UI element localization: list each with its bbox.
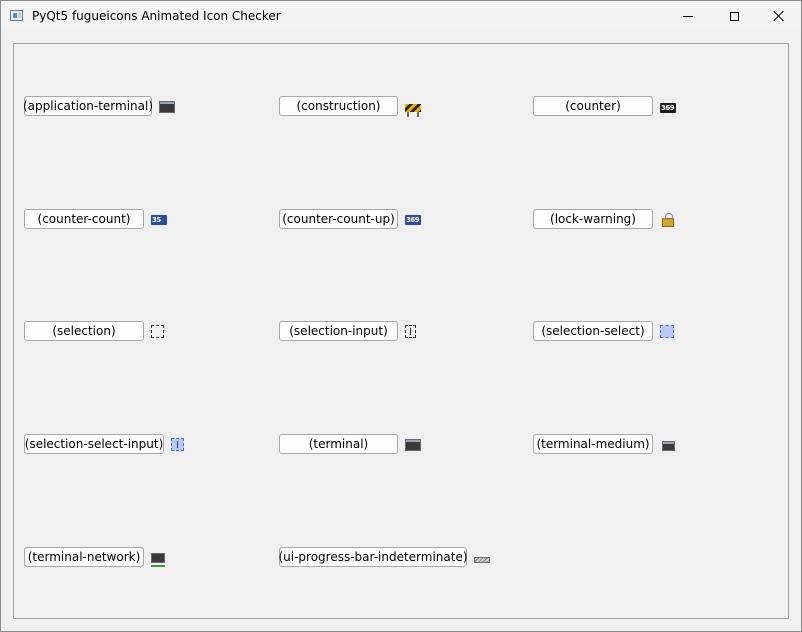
icon-name-button[interactable]: (terminal) xyxy=(279,434,398,454)
title-bar[interactable]: PyQt5 fugueicons Animated Icon Checker xyxy=(1,1,801,31)
counter-glyph: 369 xyxy=(661,103,675,112)
icon-cell: (lock-warning) xyxy=(533,209,674,229)
icon-name-button[interactable]: (lock-warning) xyxy=(533,209,653,229)
icon-name-button[interactable]: (selection-input) xyxy=(279,321,398,341)
close-icon xyxy=(773,10,785,22)
counter-icon: 369 xyxy=(660,102,676,113)
counter-count-glyph: 35 xyxy=(152,216,161,224)
icon-cell: (counter-count) 35 xyxy=(24,209,167,229)
icon-name-button[interactable]: (terminal-network) xyxy=(24,547,144,567)
ui-progress-bar-indeterminate-icon xyxy=(474,556,490,563)
icon-name-button[interactable]: (selection) xyxy=(24,321,144,341)
icon-name-button[interactable]: (counter-count-up) xyxy=(279,209,398,229)
lock-warning-icon xyxy=(662,212,674,227)
terminal-icon xyxy=(405,439,421,451)
icon-name-button[interactable]: (terminal-medium) xyxy=(533,434,653,454)
icon-name-button[interactable]: (counter) xyxy=(533,96,653,116)
maximize-button[interactable] xyxy=(711,1,757,31)
icon-cell: (counter-count-up) 369 xyxy=(279,209,421,229)
icon-cell: (selection-input) xyxy=(279,321,416,341)
main-window: PyQt5 fugueicons Animated Icon Checker (… xyxy=(0,0,802,632)
construction-icon xyxy=(405,104,421,117)
icon-cell: (terminal-medium) xyxy=(533,434,675,454)
icon-name-button[interactable]: (selection-select-input) xyxy=(24,434,164,454)
terminal-medium-icon xyxy=(662,440,675,451)
icon-cell: (selection-select) xyxy=(533,321,674,341)
icon-cell: (selection) xyxy=(24,321,164,341)
window-title: PyQt5 fugueicons Animated Icon Checker xyxy=(32,9,281,23)
counter-count-up-icon: 369 xyxy=(405,215,421,225)
icon-name-button[interactable]: (application-terminal) xyxy=(23,96,153,116)
icon-grid-group: (application-terminal) (construction) (c… xyxy=(13,43,789,619)
icon-name-button[interactable]: (selection-select) xyxy=(533,321,653,341)
icon-cell: (counter) 369 xyxy=(533,96,676,116)
minimize-button[interactable] xyxy=(665,1,711,31)
app-window-icon xyxy=(10,10,23,21)
maximize-icon xyxy=(729,11,739,21)
selection-input-icon xyxy=(405,325,416,338)
icon-name-button[interactable]: (ui-progress-bar-indeterminate) xyxy=(278,547,468,567)
icon-cell: (selection-select-input) xyxy=(24,434,184,454)
icon-cell: (terminal) xyxy=(279,434,421,454)
icon-cell: (terminal-network) xyxy=(24,547,165,567)
selection-select-icon xyxy=(660,325,674,338)
close-button[interactable] xyxy=(756,1,801,31)
application-terminal-icon xyxy=(159,101,175,113)
icon-cell: (ui-progress-bar-indeterminate) xyxy=(278,547,490,567)
icon-cell: (construction) xyxy=(279,96,421,117)
counter-count-icon: 35 xyxy=(151,215,167,225)
selection-select-input-icon xyxy=(171,438,184,451)
minimize-icon xyxy=(683,15,693,17)
terminal-network-icon xyxy=(151,552,165,567)
icon-name-button[interactable]: (counter-count) xyxy=(24,209,144,229)
icon-name-button[interactable]: (construction) xyxy=(279,96,398,116)
icon-cell: (application-terminal) xyxy=(23,96,175,116)
selection-icon xyxy=(151,325,164,338)
counter-count-up-glyph: 369 xyxy=(406,216,420,224)
